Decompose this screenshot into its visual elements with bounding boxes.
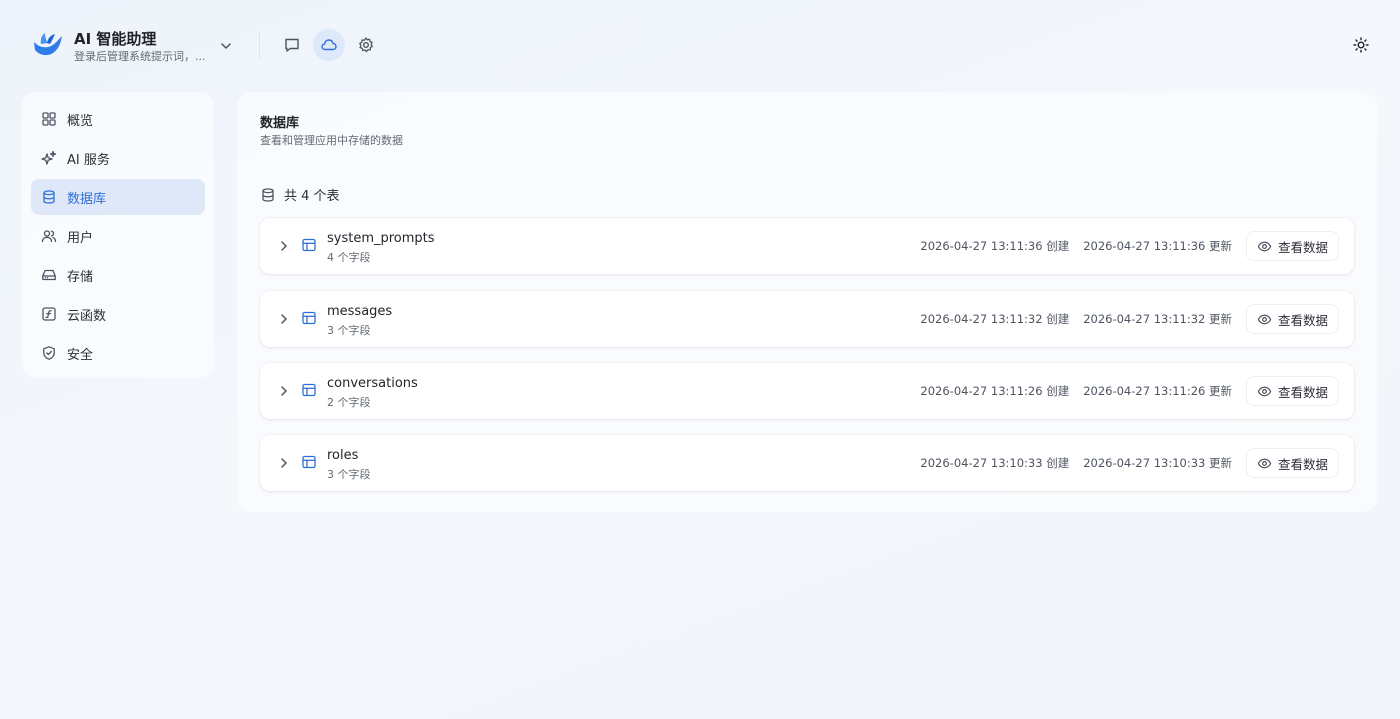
table-field-count: 3 个字段 (327, 468, 371, 481)
sidebar-item-security[interactable]: 安全 (31, 335, 205, 371)
view-data-label: 查看数据 (1277, 312, 1328, 328)
sidebar-item-database[interactable]: 数据库 (31, 179, 205, 215)
theme-toggle-button[interactable] (1347, 31, 1375, 59)
header-divider (259, 32, 260, 58)
table-row[interactable]: messages 3 个字段 2026-04-27 13:11:32 创建 20… (260, 291, 1354, 347)
hard-drive-icon (41, 267, 57, 283)
sidebar-item-label: 用户 (67, 230, 94, 246)
app-subtitle: 登录后管理系统提示词，... (74, 50, 206, 63)
sidebar-item-functions[interactable]: 云函数 (31, 296, 205, 332)
gear-icon (357, 36, 375, 54)
table-count-label: 共 4 个表 (284, 189, 340, 204)
sun-icon (1353, 37, 1369, 53)
users-icon (41, 228, 57, 244)
created-time: 2026-04-27 13:11:26 创建 (920, 384, 1070, 398)
page-title: 数据库 (260, 116, 300, 131)
created-time: 2026-04-27 13:11:32 创建 (920, 312, 1070, 326)
view-data-label: 查看数据 (1277, 239, 1328, 255)
cloud-icon (320, 36, 338, 54)
sidebar-item-label: 存储 (67, 269, 94, 285)
table-timestamps: 2026-04-27 13:11:36 创建 2026-04-27 13:11:… (920, 238, 1232, 254)
eye-icon (1257, 456, 1272, 471)
table-timestamps: 2026-04-27 13:11:26 创建 2026-04-27 13:11:… (920, 383, 1232, 399)
table-field-count: 2 个字段 (327, 396, 371, 409)
updated-time: 2026-04-27 13:11:32 更新 (1083, 312, 1232, 326)
table-name: roles (327, 448, 359, 463)
sidebar: 概览 AI 服务 数据库 用户 存储 云函数 安全 (22, 92, 214, 378)
table-field-count: 3 个字段 (327, 324, 371, 337)
table-icon (301, 237, 317, 253)
chevron-right-icon[interactable] (276, 455, 292, 471)
sidebar-item-label: AI 服务 (67, 152, 110, 168)
chat-button[interactable] (276, 29, 308, 61)
page-subtitle: 查看和管理应用中存储的数据 (260, 134, 403, 147)
chevron-right-icon[interactable] (276, 238, 292, 254)
updated-time: 2026-04-27 13:11:36 更新 (1083, 239, 1232, 253)
sidebar-item-users[interactable]: 用户 (31, 218, 205, 254)
main-panel: 数据库 查看和管理应用中存储的数据 共 4 个表 system_prompts … (237, 92, 1377, 512)
top-header: AI 智能助理 登录后管理系统提示词，... (0, 0, 1400, 92)
sidebar-item-storage[interactable]: 存储 (31, 257, 205, 293)
sidebar-item-label: 概览 (67, 113, 94, 129)
view-data-button[interactable]: 查看数据 (1246, 305, 1338, 333)
sidebar-item-overview[interactable]: 概览 (31, 101, 205, 137)
sidebar-item-label: 云函数 (67, 308, 107, 324)
eye-icon (1257, 384, 1272, 399)
grid-icon (41, 111, 57, 127)
app-title: AI 智能助理 (74, 30, 157, 48)
updated-time: 2026-04-27 13:10:33 更新 (1083, 456, 1232, 470)
chevron-right-icon[interactable] (276, 383, 292, 399)
database-icon (260, 187, 276, 203)
shield-icon (41, 345, 57, 361)
table-timestamps: 2026-04-27 13:11:32 创建 2026-04-27 13:11:… (920, 311, 1232, 327)
sparkles-icon (41, 150, 57, 166)
view-data-button[interactable]: 查看数据 (1246, 232, 1338, 260)
settings-button[interactable] (350, 29, 382, 61)
eye-icon (1257, 239, 1272, 254)
database-icon (41, 189, 57, 205)
updated-time: 2026-04-27 13:11:26 更新 (1083, 384, 1232, 398)
chevron-right-icon[interactable] (276, 311, 292, 327)
view-data-label: 查看数据 (1277, 384, 1328, 400)
sidebar-item-label: 数据库 (67, 191, 107, 207)
table-timestamps: 2026-04-27 13:10:33 创建 2026-04-27 13:10:… (920, 455, 1232, 471)
eye-icon (1257, 312, 1272, 327)
created-time: 2026-04-27 13:10:33 创建 (920, 456, 1070, 470)
table-icon (301, 382, 317, 398)
table-row[interactable]: system_prompts 4 个字段 2026-04-27 13:11:36… (260, 218, 1354, 274)
chevron-down-icon[interactable] (218, 38, 234, 54)
chat-icon (283, 36, 301, 54)
table-field-count: 4 个字段 (327, 251, 371, 264)
sidebar-item-label: 安全 (67, 347, 94, 363)
table-row[interactable]: roles 3 个字段 2026-04-27 13:10:33 创建 2026-… (260, 435, 1354, 491)
table-row[interactable]: conversations 2 个字段 2026-04-27 13:11:26 … (260, 363, 1354, 419)
view-data-button[interactable]: 查看数据 (1246, 377, 1338, 405)
table-name: conversations (327, 376, 418, 391)
table-icon (301, 310, 317, 326)
view-data-label: 查看数据 (1277, 456, 1328, 472)
table-name: system_prompts (327, 231, 435, 246)
table-name: messages (327, 304, 393, 319)
created-time: 2026-04-27 13:11:36 创建 (920, 239, 1070, 253)
cloud-button[interactable] (313, 29, 345, 61)
app-logo-icon (32, 30, 64, 58)
table-count: 共 4 个表 (260, 185, 340, 204)
sidebar-item-ai-service[interactable]: AI 服务 (31, 140, 205, 176)
table-icon (301, 454, 317, 470)
function-icon (41, 306, 57, 322)
view-data-button[interactable]: 查看数据 (1246, 449, 1338, 477)
